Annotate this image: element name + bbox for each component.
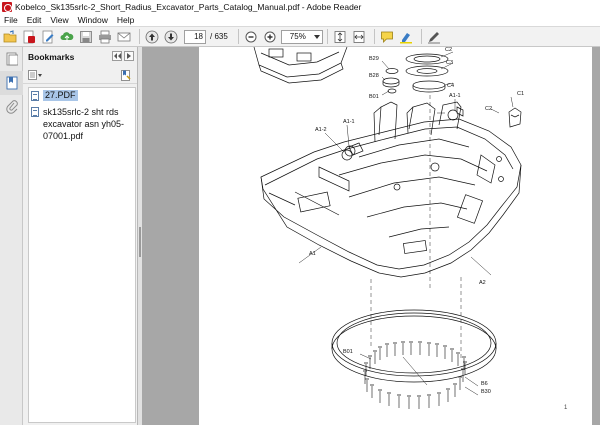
next-page-icon[interactable] — [163, 29, 179, 45]
document-icon — [31, 91, 39, 101]
zoom-select[interactable]: 75% — [280, 29, 323, 44]
toolbar-separator — [373, 29, 375, 44]
title-bar: Kobelco_Sk135srlc-2_Short_Radius_Excavat… — [0, 0, 600, 13]
menu-bar: File Edit View Window Help — [0, 13, 600, 26]
zoom-out-icon[interactable] — [243, 29, 259, 45]
callout-b28: B28 — [369, 73, 379, 79]
document-icon — [31, 107, 39, 117]
bookmark-icon — [6, 76, 17, 90]
callout-c2-right: C2 — [485, 106, 492, 112]
pages-panel-button[interactable] — [0, 47, 23, 71]
callout-a2: A2 — [479, 280, 486, 286]
navigation-pane-bar — [0, 47, 23, 425]
save-icon[interactable] — [78, 29, 94, 45]
email-icon[interactable] — [116, 29, 132, 45]
fit-page-icon[interactable] — [332, 29, 348, 45]
page-mark: 1 — [564, 405, 568, 411]
toolbar-separator — [139, 29, 140, 44]
edit-pdf-icon[interactable] — [40, 29, 56, 45]
callout-b01-lower: B01 — [343, 349, 353, 355]
callout-c4: C4 — [447, 83, 454, 89]
callout-b29: B29 — [369, 56, 379, 62]
options-menu-icon[interactable] — [28, 69, 42, 80]
highlight-icon[interactable] — [398, 29, 414, 45]
callout-c2: C2 — [445, 47, 452, 53]
callout-b30: B30 — [481, 389, 491, 395]
menu-help[interactable]: Help — [117, 15, 134, 25]
toolbar-separator — [237, 29, 239, 44]
paperclip-icon — [5, 100, 18, 114]
callout-c1: C1 — [517, 91, 524, 97]
bookmark-item[interactable]: sk135srlc-2 sht rds excavator asn yh05-0… — [29, 104, 135, 144]
callout-b6: B6 — [481, 381, 488, 387]
fit-width-icon[interactable] — [351, 29, 367, 45]
page-total: / 635 — [210, 32, 228, 41]
sign-icon[interactable] — [426, 29, 442, 45]
toolbar-separator — [326, 29, 328, 44]
bookmark-item[interactable]: 27.PDF — [29, 88, 135, 103]
toolbar-separator — [420, 29, 422, 44]
bookmark-label: sk135srlc-2 sht rds excavator asn yh05-0… — [43, 107, 125, 141]
bookmarks-toolbar — [23, 66, 137, 84]
comment-icon[interactable] — [379, 29, 395, 45]
menu-file[interactable]: File — [4, 15, 18, 25]
attachments-panel-button[interactable] — [0, 95, 23, 119]
callout-b01: B01 — [369, 94, 379, 100]
menu-edit[interactable]: Edit — [27, 15, 42, 25]
callout-a1-2: A1-2 — [315, 127, 327, 133]
menu-window[interactable]: Window — [78, 15, 108, 25]
create-pdf-icon[interactable] — [21, 29, 37, 45]
bookmark-label: 27.PDF — [43, 90, 78, 101]
bookmarks-panel: Bookmarks 27.PDF sk135srlc-2 sht rds exc… — [23, 47, 138, 425]
parts-diagram: C2 C3 C4 C1 C2 B29 B28 B01 A1-1 A1-2 A1-… — [253, 47, 524, 409]
print-icon[interactable] — [97, 29, 113, 45]
bookmarks-panel-button[interactable] — [0, 71, 23, 95]
chevron-down-icon — [313, 32, 320, 41]
bookmarks-list: 27.PDF sk135srlc-2 sht rds excavator asn… — [28, 87, 136, 423]
bookmarks-header: Bookmarks — [23, 47, 137, 66]
page-number-input[interactable]: 18 — [184, 29, 206, 44]
zoom-value: 75% — [289, 32, 306, 41]
callout-a1: A1 — [309, 251, 316, 257]
document-view: C2 C3 C4 C1 C2 B29 B28 B01 A1-1 A1-2 A1-… — [142, 47, 600, 425]
menu-view[interactable]: View — [50, 15, 68, 25]
new-bookmark-icon[interactable] — [121, 70, 131, 83]
collapse-panel-icon[interactable] — [112, 51, 122, 61]
callout-c3: C3 — [446, 60, 453, 66]
callout-a1-1: A1-1 — [449, 93, 461, 99]
adobe-reader-icon — [2, 1, 12, 12]
bookmarks-title: Bookmarks — [28, 51, 75, 62]
expand-panel-icon[interactable] — [124, 51, 134, 61]
open-icon[interactable] — [2, 29, 18, 45]
callout-a1-1-left: A1-1 — [343, 119, 355, 125]
pages-icon — [6, 52, 18, 66]
toolbar: 18 / 635 75% — [0, 26, 600, 47]
window-title: Kobelco_Sk135srlc-2_Short_Radius_Excavat… — [15, 1, 362, 12]
cloud-icon[interactable] — [59, 29, 75, 45]
pdf-page: C2 C3 C4 C1 C2 B29 B28 B01 A1-1 A1-2 A1-… — [199, 47, 592, 425]
zoom-in-icon[interactable] — [262, 29, 278, 45]
previous-page-icon[interactable] — [144, 29, 160, 45]
